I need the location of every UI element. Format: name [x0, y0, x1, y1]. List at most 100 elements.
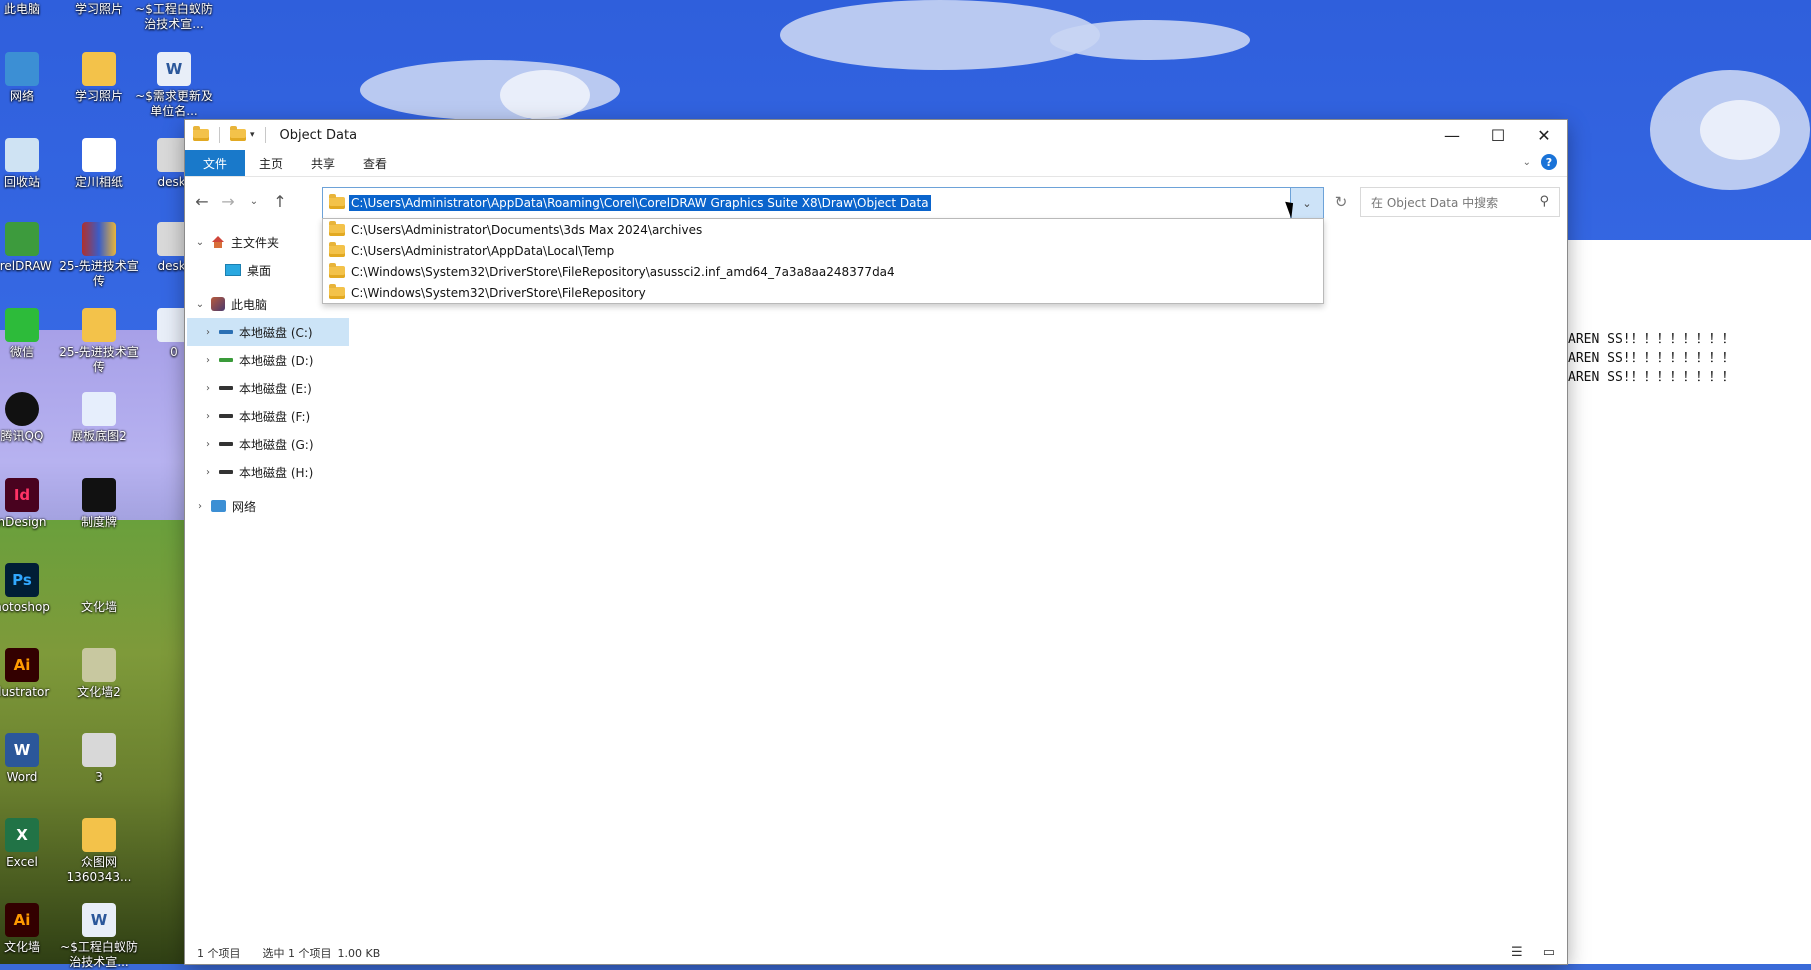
tab-home[interactable]: 主页 — [245, 150, 297, 176]
folder-icon — [82, 818, 116, 852]
background-text-line: AREN SS!！！！！！！！！ — [1568, 370, 1735, 385]
wechat-icon — [5, 308, 39, 342]
desktop-icon-qq[interactable]: 腾讯QQ — [0, 392, 64, 444]
folder-icon — [329, 241, 345, 257]
search-box[interactable]: 在 Object Data 中搜索 ⚲ — [1360, 187, 1560, 217]
nav-item-drive-f[interactable]: › 本地磁盘 (F:) — [201, 402, 310, 430]
folder-icon — [329, 283, 345, 299]
chevron-right-icon[interactable]: › — [201, 355, 215, 366]
chevron-right-icon[interactable]: › — [201, 327, 215, 338]
chevron-down-icon[interactable]: ⌄ — [193, 299, 207, 310]
address-path[interactable]: C:\Users\Administrator\AppData\Roaming\C… — [349, 195, 931, 211]
word-doc-icon: W — [157, 52, 191, 86]
desktop-icon-coreldraw[interactable]: orelDRAW — [0, 222, 64, 274]
desktop-icon-network[interactable]: 网络 — [0, 52, 64, 104]
nav-item-drive-h[interactable]: › 本地磁盘 (H:) — [201, 458, 313, 486]
desktop-icon-wechat[interactable]: 微信 — [0, 308, 64, 360]
nav-item-drive-g[interactable]: › 本地磁盘 (G:) — [201, 430, 314, 458]
chevron-right-icon[interactable]: › — [201, 439, 215, 450]
word-doc-icon: W — [82, 903, 116, 937]
selected-count: 选中 1 个项目 — [262, 947, 332, 960]
navigation-bar: ← → ⌄ ↑ C:\Users\Administrator\AppData\R… — [185, 184, 1567, 219]
desktop-icon-excel[interactable]: X Excel — [0, 818, 64, 870]
history-item[interactable]: C:\Windows\System32\DriverStore\FileRepo… — [323, 261, 1323, 282]
quick-access-dropdown-icon[interactable]: ▾ — [250, 130, 255, 140]
close-button[interactable]: ✕ — [1521, 120, 1567, 150]
large-icons-view-icon[interactable]: ▭ — [1543, 945, 1555, 960]
selected-size: 1.00 KB — [337, 946, 381, 960]
file-icon — [82, 648, 116, 682]
desktop-icon-system-board[interactable]: 制度牌 — [57, 478, 141, 530]
desktop-icon-culture-wall[interactable]: 文化墙 — [57, 563, 141, 615]
desktop-icon-termite-doc[interactable]: ~$工程白蚁防治技术宣... — [132, 2, 216, 32]
nav-item-this-pc[interactable]: ⌄ 此电脑 — [193, 290, 267, 318]
history-item[interactable]: C:\Windows\System32\DriverStore\FileRepo… — [323, 282, 1323, 303]
desktop-icon-recycle-bin[interactable]: 回收站 — [0, 138, 64, 190]
home-icon — [211, 236, 225, 248]
chevron-right-icon[interactable]: › — [201, 411, 215, 422]
background-text-line: AREN SS!！！！！！！！！ — [1568, 351, 1735, 366]
indesign-icon: Id — [5, 478, 39, 512]
desktop-icon-ztw-folder[interactable]: 众图网1360343... — [57, 818, 141, 885]
nav-item-desktop[interactable]: 桌面 — [207, 256, 271, 284]
image-file-icon — [82, 733, 116, 767]
desktop-icon-indesign[interactable]: Id nDesign — [0, 478, 64, 530]
desktop-icon-study-photos[interactable]: 学习照片 — [57, 2, 141, 17]
desktop-icon-word[interactable]: W Word — [0, 733, 64, 785]
tab-file[interactable]: 文件 — [185, 150, 246, 176]
image-file-icon — [82, 138, 116, 172]
desktop-icon-file-3[interactable]: 3 — [57, 733, 141, 785]
recycle-bin-icon — [5, 138, 39, 172]
nav-item-network[interactable]: › 网络 — [193, 492, 256, 520]
chevron-right-icon[interactable]: › — [201, 467, 215, 478]
chevron-right-icon[interactable]: › — [193, 501, 207, 512]
tab-share[interactable]: 共享 — [297, 150, 349, 176]
desktop-icon-tech-promo-rar[interactable]: 25-先进技术宣传 — [57, 222, 141, 289]
help-icon[interactable]: ? — [1541, 154, 1557, 170]
chevron-right-icon[interactable]: › — [201, 383, 215, 394]
minimize-button[interactable]: — — [1429, 120, 1475, 150]
desktop-icon-illustrator[interactable]: Ai llustrator — [0, 648, 64, 700]
history-item[interactable]: C:\Users\Administrator\Documents\3ds Max… — [323, 219, 1323, 240]
folder-icon — [82, 52, 116, 86]
excel-icon: X — [5, 818, 39, 852]
new-folder-icon[interactable] — [230, 126, 246, 141]
desktop-icon-study-photos-folder[interactable]: 学习照片 — [57, 52, 141, 104]
desktop-icon-culture-wall-2[interactable]: 文化墙2 — [57, 648, 141, 700]
qq-icon — [5, 392, 39, 426]
expand-ribbon-icon[interactable]: ⌄ — [1523, 157, 1531, 168]
desktop-icon-this-pc[interactable]: 此电脑 — [0, 2, 64, 17]
address-bar[interactable]: C:\Users\Administrator\AppData\Roaming\C… — [322, 187, 1324, 219]
maximize-button[interactable]: ☐ — [1475, 120, 1521, 150]
item-count: 1 个项目 — [197, 947, 241, 960]
search-icon: ⚲ — [1539, 194, 1549, 209]
illustrator-file-icon: Ai — [5, 903, 39, 937]
nav-item-drive-d[interactable]: › 本地磁盘 (D:) — [201, 346, 313, 374]
desktop-icon-culture-wall-ai[interactable]: Ai 文化墙 — [0, 903, 64, 955]
folder-icon — [329, 220, 345, 236]
illustrator-icon: Ai — [5, 648, 39, 682]
chevron-down-icon[interactable]: ⌄ — [193, 237, 207, 248]
desktop-icon-paper[interactable]: 定川相纸 — [57, 138, 141, 190]
tab-view[interactable]: 查看 — [349, 150, 401, 176]
details-view-icon[interactable]: ☰ — [1511, 945, 1523, 960]
drive-icon — [219, 442, 233, 446]
folder-icon — [82, 308, 116, 342]
history-item[interactable]: C:\Users\Administrator\AppData\Local\Tem… — [323, 240, 1323, 261]
title-bar[interactable]: ▾ Object Data — ☐ ✕ — [185, 120, 1567, 150]
desktop-icon-photoshop[interactable]: Pshotoshop — [0, 563, 64, 615]
background-window-text: AREN SS!！！！！！！！！ AREN SS!！！！！！！！！ AREN S… — [1568, 330, 1735, 387]
desktop-icon-board-base[interactable]: 展板底图2 — [57, 392, 141, 444]
desktop-icon-termite-doc-2[interactable]: W ~$工程白蚁防治技术宣... — [57, 903, 141, 970]
nav-item-home[interactable]: ⌄ 主文件夹 — [193, 228, 279, 256]
back-button[interactable]: ← — [189, 188, 215, 214]
forward-button[interactable]: → — [215, 188, 241, 214]
refresh-button[interactable]: ↻ — [1326, 187, 1356, 217]
nav-item-drive-e[interactable]: › 本地磁盘 (E:) — [201, 374, 312, 402]
nav-item-drive-c[interactable]: › 本地磁盘 (C:) — [187, 318, 349, 346]
desktop-icon-tech-promo-folder[interactable]: 25-先进技术宣传 — [57, 308, 141, 375]
recent-locations-button[interactable]: ⌄ — [241, 188, 267, 214]
up-button[interactable]: ↑ — [267, 188, 293, 214]
desktop-icon-requirements-doc[interactable]: W ~$需求更新及单位名... — [132, 52, 216, 119]
desktop-icon — [225, 264, 241, 276]
